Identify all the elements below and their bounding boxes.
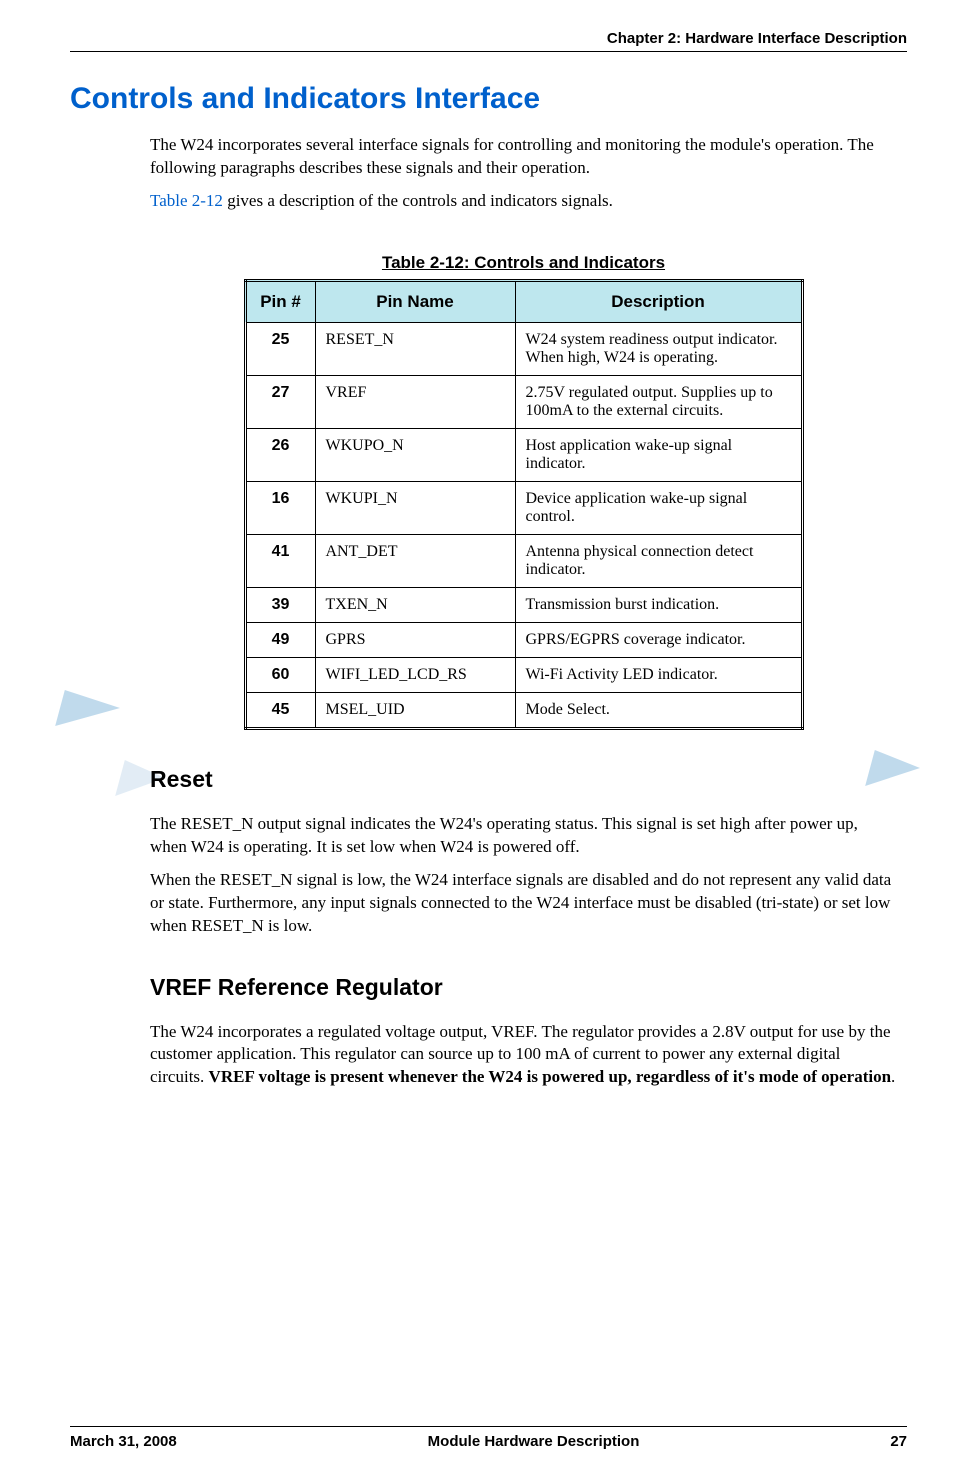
table-reference-link[interactable]: Table 2-12 bbox=[150, 191, 223, 210]
vref-paragraph-post: . bbox=[891, 1067, 895, 1086]
section-title: Controls and Indicators Interface bbox=[70, 82, 907, 116]
intro-paragraph-1: The W24 incorporates several interface s… bbox=[150, 134, 897, 180]
vref-paragraph-1: The W24 incorporates a regulated voltage… bbox=[150, 1021, 897, 1090]
cell-pin: 45 bbox=[245, 692, 315, 728]
cell-name: ANT_DET bbox=[315, 534, 515, 587]
reset-paragraph-1: The RESET_N output signal indicates the … bbox=[150, 813, 897, 859]
table-row: 49GPRSGPRS/EGPRS coverage indicator. bbox=[245, 622, 802, 657]
intro-paragraph-2-suffix: gives a description of the controls and … bbox=[223, 191, 613, 210]
vref-paragraph-bold: VREF voltage is present whenever the W24… bbox=[209, 1067, 891, 1086]
cell-name: VREF bbox=[315, 375, 515, 428]
cell-pin: 39 bbox=[245, 587, 315, 622]
cell-name: TXEN_N bbox=[315, 587, 515, 622]
table-header-pin: Pin # bbox=[245, 280, 315, 322]
page-footer: March 31, 2008 Module Hardware Descripti… bbox=[70, 1426, 907, 1450]
cell-pin: 41 bbox=[245, 534, 315, 587]
cell-pin: 49 bbox=[245, 622, 315, 657]
reset-heading: Reset bbox=[150, 766, 897, 793]
footer-date: March 31, 2008 bbox=[70, 1433, 177, 1450]
cell-pin: 25 bbox=[245, 322, 315, 375]
vref-heading: VREF Reference Regulator bbox=[150, 974, 897, 1001]
controls-indicators-table: Pin # Pin Name Description 25RESET_NW24 … bbox=[244, 279, 804, 730]
cell-desc: Host application wake-up signal indicato… bbox=[515, 428, 802, 481]
reset-paragraph-2: When the RESET_N signal is low, the W24 … bbox=[150, 869, 897, 938]
table-row: 27VREF2.75V regulated output. Supplies u… bbox=[245, 375, 802, 428]
cell-desc: Wi-Fi Activity LED indicator. bbox=[515, 657, 802, 692]
cell-name: GPRS bbox=[315, 622, 515, 657]
cell-name: RESET_N bbox=[315, 322, 515, 375]
cell-desc: 2.75V regulated output. Supplies up to 1… bbox=[515, 375, 802, 428]
footer-title: Module Hardware Description bbox=[428, 1433, 640, 1450]
cell-name: WKUPO_N bbox=[315, 428, 515, 481]
intro-paragraph-2: Table 2-12 gives a description of the co… bbox=[150, 190, 897, 213]
cell-pin: 16 bbox=[245, 481, 315, 534]
table-row: 16WKUPI_NDevice application wake-up sign… bbox=[245, 481, 802, 534]
cell-desc: GPRS/EGPRS coverage indicator. bbox=[515, 622, 802, 657]
footer-page-number: 27 bbox=[890, 1433, 907, 1450]
cell-desc: W24 system readiness output indicator. W… bbox=[515, 322, 802, 375]
table-row: 41ANT_DETAntenna physical connection det… bbox=[245, 534, 802, 587]
cell-desc: Mode Select. bbox=[515, 692, 802, 728]
table-row: 60WIFI_LED_LCD_RSWi-Fi Activity LED indi… bbox=[245, 657, 802, 692]
footer-divider bbox=[70, 1426, 907, 1427]
cell-pin: 60 bbox=[245, 657, 315, 692]
table-row: 26WKUPO_NHost application wake-up signal… bbox=[245, 428, 802, 481]
table-row: 25RESET_NW24 system readiness output ind… bbox=[245, 322, 802, 375]
cell-pin: 26 bbox=[245, 428, 315, 481]
cell-desc: Transmission burst indication. bbox=[515, 587, 802, 622]
chapter-header: Chapter 2: Hardware Interface Descriptio… bbox=[70, 30, 907, 47]
table-row: 45MSEL_UIDMode Select. bbox=[245, 692, 802, 728]
cell-pin: 27 bbox=[245, 375, 315, 428]
header-divider bbox=[70, 51, 907, 52]
cell-name: WIFI_LED_LCD_RS bbox=[315, 657, 515, 692]
cell-desc: Antenna physical connection detect indic… bbox=[515, 534, 802, 587]
cell-desc: Device application wake-up signal contro… bbox=[515, 481, 802, 534]
cell-name: WKUPI_N bbox=[315, 481, 515, 534]
table-title: Table 2-12: Controls and Indicators bbox=[150, 253, 897, 273]
table-row: 39TXEN_NTransmission burst indication. bbox=[245, 587, 802, 622]
table-header-name: Pin Name bbox=[315, 280, 515, 322]
cell-name: MSEL_UID bbox=[315, 692, 515, 728]
table-header-desc: Description bbox=[515, 280, 802, 322]
